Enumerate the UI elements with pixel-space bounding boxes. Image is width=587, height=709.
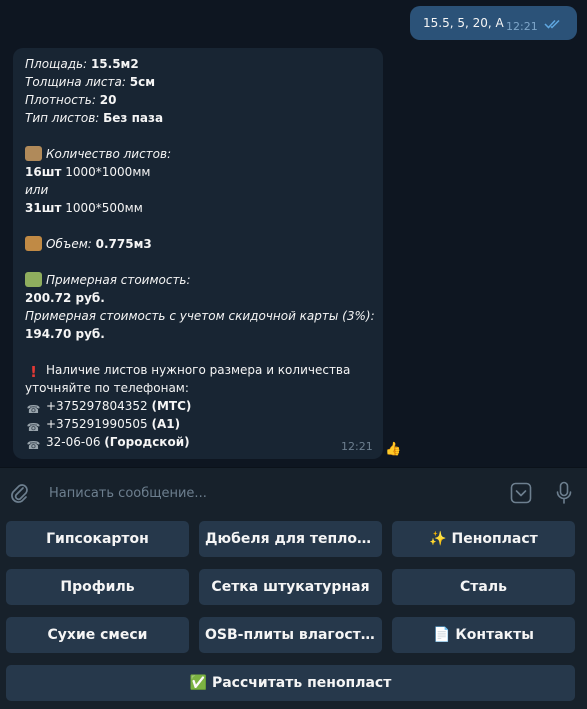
button-calculate-label: Рассчитать пенопласт bbox=[211, 675, 392, 691]
thumbs-up-reaction-icon[interactable]: 👍 bbox=[385, 442, 401, 457]
or-text: или bbox=[25, 183, 49, 197]
thickness-row: Толщина листа: 5см bbox=[25, 73, 155, 91]
button-dowels[interactable]: Дюбеля для теплоизоляции bbox=[199, 521, 382, 557]
discount-label: Примерная стоимость с учетом скидочной к… bbox=[25, 309, 375, 323]
area-label: Площадь: bbox=[25, 57, 88, 71]
message-composer: Написать сообщение... bbox=[0, 467, 587, 518]
qty2-size: 1000*500мм bbox=[65, 201, 143, 215]
button-profile[interactable]: Профиль bbox=[6, 569, 189, 605]
phone-row-2: ☎ +375291990505 (А1) bbox=[25, 415, 180, 435]
button-calculate-penoplast[interactable]: ✅ Рассчитать пенопласт bbox=[6, 665, 575, 701]
qty2-row: 31шт 1000*500мм bbox=[25, 199, 143, 217]
volume-label: Объем: bbox=[46, 237, 92, 251]
discount-value: 194.70 руб. bbox=[25, 327, 105, 341]
qty2-count: 31шт bbox=[25, 201, 62, 215]
double-check-icon bbox=[544, 19, 560, 29]
phone-3-operator: (Городской) bbox=[104, 435, 190, 449]
button-dry-mixes[interactable]: Сухие смеси bbox=[6, 617, 189, 653]
button-osb[interactable]: OSB-плиты влагостойкие bbox=[199, 617, 382, 653]
button-gipsokarton[interactable]: Гипсокартон bbox=[6, 521, 189, 557]
phone-2-operator: (А1) bbox=[151, 417, 181, 431]
incoming-message-time: 12:21 bbox=[341, 440, 373, 453]
thickness-label: Толщина листа: bbox=[25, 75, 126, 89]
incoming-message[interactable]: Площадь: 15.5м2 Толщина листа: 5см Плотн… bbox=[13, 48, 383, 459]
qty-row: Количество листов: bbox=[25, 145, 171, 163]
qty1-size: 1000*1000мм bbox=[65, 165, 151, 179]
notice-line-2: уточняйте по телефонам: bbox=[25, 381, 189, 395]
sparkles-icon: ✨ bbox=[429, 531, 447, 547]
thickness-value: 5см bbox=[129, 75, 156, 89]
button-contacts-label: Контакты bbox=[455, 627, 534, 643]
cost-value: 200.72 руб. bbox=[25, 291, 105, 305]
area-value: 15.5м2 bbox=[90, 57, 139, 71]
area-row: Площадь: 15.5м2 bbox=[25, 55, 139, 73]
paperclip-icon[interactable] bbox=[10, 482, 30, 504]
density-value: 20 bbox=[99, 93, 117, 107]
button-mesh[interactable]: Сетка штукатурная bbox=[199, 569, 382, 605]
outgoing-message-time: 12:21 bbox=[506, 20, 538, 33]
button-steel[interactable]: Сталь bbox=[392, 569, 575, 605]
cost-row: Примерная стоимость: bbox=[25, 271, 191, 289]
phone-2-link[interactable]: +375291990505 bbox=[46, 417, 148, 431]
phone-1-link[interactable]: +375297804352 bbox=[46, 399, 148, 413]
message-input[interactable]: Написать сообщение... bbox=[49, 486, 207, 501]
button-penoplast[interactable]: ✨ Пенопласт bbox=[392, 521, 575, 557]
exclamation-icon: ! bbox=[30, 363, 37, 381]
keyboard-toggle-icon[interactable] bbox=[510, 482, 532, 504]
money-icon bbox=[25, 272, 42, 287]
volume-row: Объем: 0.775м3 bbox=[25, 235, 152, 253]
qty1-count: 16шт bbox=[25, 165, 62, 179]
density-row: Плотность: 20 bbox=[25, 91, 116, 109]
density-label: Плотность: bbox=[25, 93, 96, 107]
type-label: Тип листов: bbox=[25, 111, 100, 125]
type-value: Без паза bbox=[103, 111, 164, 125]
document-icon: 📄 bbox=[433, 627, 451, 643]
notice-row-1: ! Наличие листов нужного размера и количе… bbox=[25, 361, 350, 380]
volume-value: 0.775м3 bbox=[95, 237, 152, 251]
phone-row-3: ☎ 32-06-06 (Городской) bbox=[25, 433, 190, 453]
phone-1-operator: (МТС) bbox=[151, 399, 192, 413]
package-icon bbox=[25, 236, 42, 251]
button-contacts[interactable]: 📄 Контакты bbox=[392, 617, 575, 653]
check-mark-icon: ✅ bbox=[189, 675, 208, 691]
outgoing-message[interactable]: 15.5, 5, 20, А 12:21 bbox=[410, 6, 577, 40]
scroll-icon bbox=[25, 146, 42, 161]
qty1-row: 16шт 1000*1000мм bbox=[25, 163, 150, 181]
bot-keyboard: Гипсокартон Дюбеля для теплоизоляции ✨ П… bbox=[0, 517, 587, 709]
outgoing-message-text: 15.5, 5, 20, А bbox=[423, 16, 504, 30]
button-penoplast-label: Пенопласт bbox=[451, 531, 538, 547]
type-row: Тип листов: Без паза bbox=[25, 109, 163, 127]
qty-label: Количество листов: bbox=[46, 147, 172, 161]
microphone-icon[interactable] bbox=[556, 481, 572, 505]
phone-icon: ☎ bbox=[26, 439, 41, 452]
chat-area: 15.5, 5, 20, А 12:21 Площадь: 15.5м2 Тол… bbox=[0, 0, 587, 467]
cost-label: Примерная стоимость: bbox=[46, 273, 191, 287]
phone-3-link[interactable]: 32-06-06 bbox=[46, 435, 100, 449]
phone-row-1: ☎ +375297804352 (МТС) bbox=[25, 397, 192, 417]
notice-line-1: Наличие листов нужного размера и количес… bbox=[46, 363, 351, 377]
